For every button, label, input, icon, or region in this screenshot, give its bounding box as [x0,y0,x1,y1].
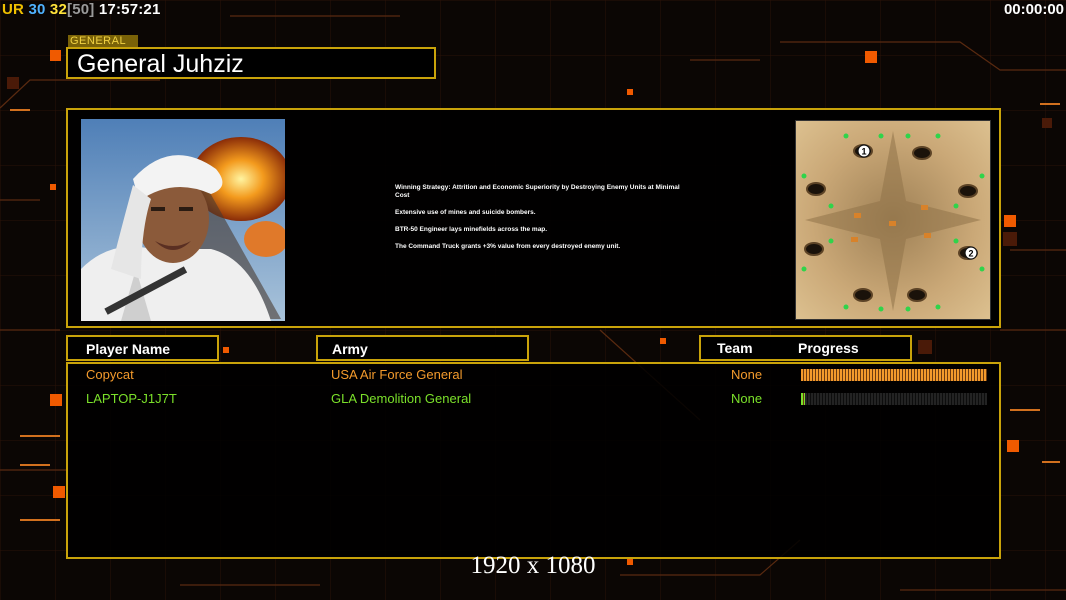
strategy-line: The Command Truck grants +3% value from … [395,243,621,250]
progress-header-label: Progress [798,340,859,356]
player-name-header: Player Name [66,335,219,361]
player-name-header-label: Player Name [86,341,171,357]
general-title-box: General Juhziz [66,47,436,79]
clock: 17:57:21 [98,1,161,18]
player-name: Copycat [86,367,134,382]
progress-bar [801,393,987,405]
player-name: LAPTOP-J1J7T [86,391,177,406]
player-team: None [731,391,763,406]
player-army: USA Air Force General [331,367,463,382]
map-preview: 1 2 [795,120,991,320]
player-row: Copycat USA Air Force General None [68,365,999,385]
fps-value: 30 [28,1,46,18]
resolution-label: 1920 x 1080 [470,552,596,579]
general-name: General Juhziz [77,50,244,78]
strategy-line: Extensive use of mines and suicide bombe… [395,209,536,216]
general-tag: GENERAL [68,35,138,47]
player-row: LAPTOP-J1J7T GLA Demolition General None [68,389,999,409]
team-progress-header: Team Progress [699,335,912,361]
current-value: 32 [49,1,68,18]
ur-label: UR [2,1,25,18]
start-position-label: 2 [968,249,973,259]
player-list: Copycat USA Air Force General None LAPTO… [66,362,1001,559]
player-army: GLA Demolition General [331,391,472,406]
general-portrait [81,119,285,321]
strategy-line: BTR-50 Engineer lays minefields across t… [395,226,548,233]
start-position-label: 1 [861,147,866,157]
army-header-label: Army [332,341,368,357]
progress-bar [801,369,987,381]
performance-readout: UR 30 32[50] 17:57:21 [2,1,161,18]
strategy-line: Winning Strategy: Attrition and Economic… [395,184,680,199]
army-header: Army [316,335,529,361]
general-info-panel: Winning Strategy: Attrition and Economic… [66,108,1001,328]
player-team: None [731,367,763,382]
game-timer: 00:00:00 [1003,1,1064,18]
team-header-label: Team [717,340,753,356]
progress-fill [801,369,987,381]
strategy-description: Winning Strategy: Attrition and Economic… [395,184,695,260]
cap-value: [50] [67,1,95,18]
